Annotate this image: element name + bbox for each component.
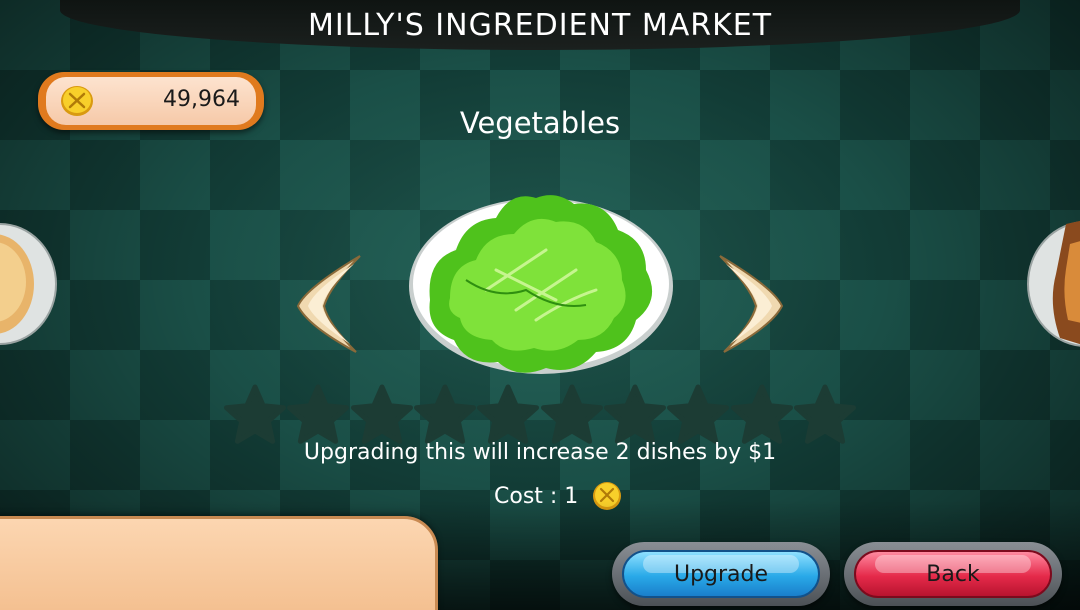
star-empty-icon [603,384,666,444]
back-button[interactable]: Back [854,550,1052,598]
star-empty-icon [413,384,476,444]
upgrade-description: Upgrading this will increase 2 dishes by… [303,440,777,465]
star-empty-icon [477,384,540,444]
pancake-plate-icon[interactable] [0,222,58,346]
counter-panel [0,516,438,610]
star-empty-icon [540,384,603,444]
star-empty-icon [793,384,856,444]
back-button-label: Back [926,561,980,587]
upgrade-button-label: Upgrade [673,561,769,587]
star-empty-icon [730,384,793,444]
star-empty-icon [350,384,413,444]
star-empty-icon [224,384,286,444]
category-title: Vegetables [459,106,621,140]
upgrade-button-frame: Upgrade [612,542,830,606]
upgrade-button[interactable]: Upgrade [622,550,820,598]
star-empty-icon [667,384,730,444]
star-empty-icon [287,384,350,444]
next-item-arrow[interactable] [716,252,786,356]
meat-plate-icon[interactable] [1026,214,1080,354]
page-title: MILLY'S INGREDIENT MARKET [307,7,773,43]
upgrade-stars [224,384,856,448]
previous-item-arrow[interactable] [294,252,364,356]
lettuce-plate-icon [409,195,673,374]
back-button-frame: Back [844,542,1062,606]
